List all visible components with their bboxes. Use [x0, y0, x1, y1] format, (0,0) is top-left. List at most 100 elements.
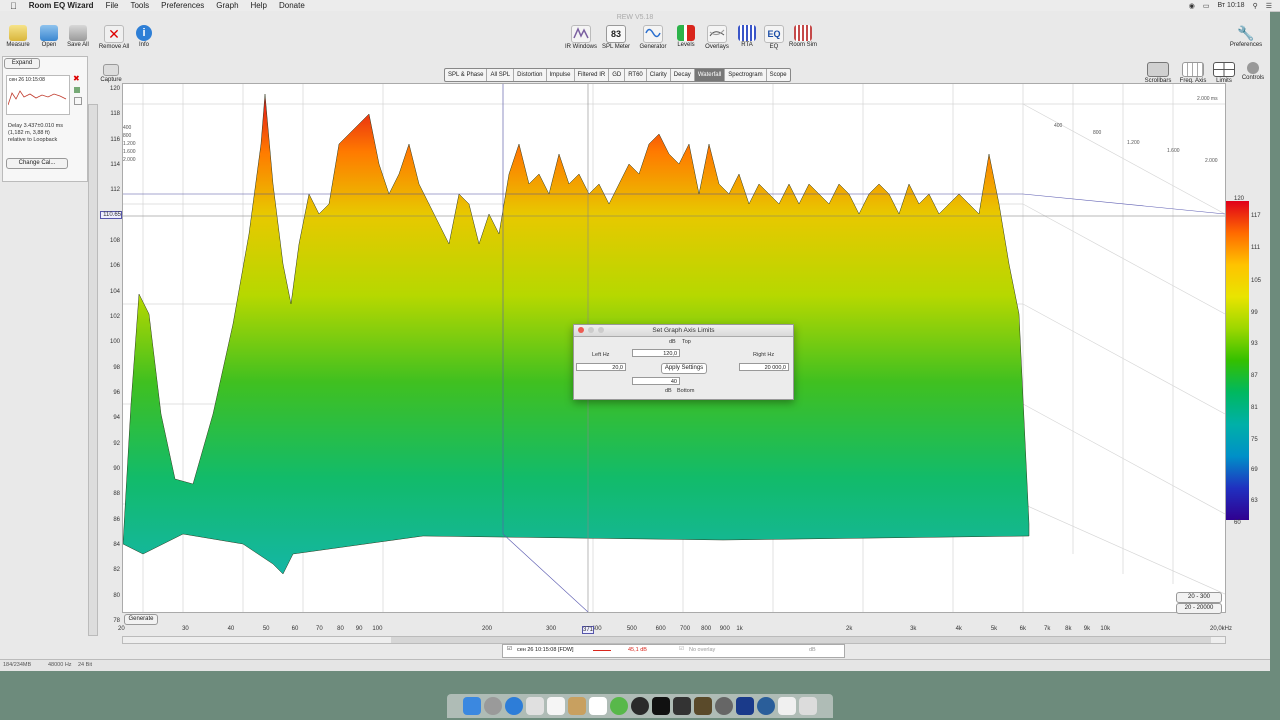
x-tick-label: 90	[355, 626, 363, 632]
left-time-label: 1.600	[123, 149, 136, 155]
save-all-label: Save All	[67, 42, 89, 48]
menu-clock[interactable]: Вт 10:18	[1217, 2, 1244, 9]
range-20-20000-button[interactable]: 20 - 20000	[1176, 603, 1222, 614]
y-tick-label: 94	[113, 415, 120, 422]
document-icon[interactable]	[778, 697, 796, 715]
tab-spectrogram[interactable]: Spectrogram	[725, 69, 767, 81]
legend-checkbox-icon[interactable]: ☑	[507, 646, 512, 652]
photo-app-icon[interactable]	[673, 697, 691, 715]
bottom-label: Bottom	[677, 388, 695, 394]
notes-icon[interactable]	[568, 697, 586, 715]
tab-decay[interactable]: Decay	[671, 69, 695, 81]
menu-tools[interactable]: Tools	[124, 1, 155, 10]
menu-file[interactable]: File	[100, 1, 125, 10]
left-time-label: 1.200	[123, 141, 136, 147]
tab-distortion[interactable]: Distortion	[514, 69, 547, 81]
color-scale-tick: 120	[1234, 196, 1245, 202]
tab-all-spl[interactable]: All SPL	[487, 69, 515, 81]
trash-icon[interactable]	[799, 697, 817, 715]
y-tick-label: 98	[113, 364, 120, 371]
dialog-close-icon[interactable]	[578, 327, 584, 333]
x-tick-label: 300	[546, 626, 557, 632]
generate-button-visible[interactable]: Generate	[124, 614, 158, 625]
dialog-minimize-icon[interactable]	[588, 327, 594, 333]
color-scale-tick: 87	[1251, 373, 1258, 379]
menu-list-icon[interactable]: ☰	[1266, 2, 1272, 10]
horizontal-scrollbar[interactable]	[122, 636, 1226, 644]
status-memory: 184/234MB	[3, 662, 32, 668]
wifi-icon[interactable]: ◉	[1189, 2, 1195, 10]
tab-scope[interactable]: Scope	[767, 69, 790, 81]
scrollbar-thumb[interactable]	[391, 637, 1211, 643]
tab-gd[interactable]: GD	[609, 69, 626, 81]
finder-icon[interactable]	[463, 697, 481, 715]
tab-filtered-ir[interactable]: Filtered IR	[575, 69, 610, 81]
spl-meter-label: SPL Meter	[601, 44, 631, 50]
apply-settings-button[interactable]: Apply Settings	[661, 363, 707, 374]
left-hz-input[interactable]: 20,0	[576, 363, 626, 371]
controls-button[interactable]: Controls	[1230, 62, 1276, 81]
audio-app-icon[interactable]	[694, 697, 712, 715]
left-scrollbar[interactable]	[88, 104, 98, 636]
legend-level: 45,1 dB	[628, 647, 647, 653]
checkbox-icon[interactable]	[74, 97, 82, 105]
menu-graph[interactable]: Graph	[210, 1, 244, 10]
menu-donate[interactable]: Donate	[273, 1, 311, 10]
search-icon[interactable]: ⚲	[1253, 2, 1258, 10]
capture-button[interactable]: Capture	[88, 64, 134, 83]
color-scale-tick: 63	[1251, 498, 1258, 504]
y-tick-label: 120	[109, 86, 120, 92]
apple-icon[interactable]: 	[0, 1, 23, 11]
info-button[interactable]: i Info	[121, 25, 167, 48]
y-tick-label: 82	[113, 567, 120, 574]
top-value-input[interactable]: 120,0	[632, 349, 680, 357]
measurement-panel: Expand сен 26 10:15:08 ✖ Delay 3.437±0.0…	[2, 56, 88, 182]
controls-label: Controls	[1241, 75, 1265, 81]
range-20-300-button[interactable]: 20 - 300	[1176, 592, 1222, 603]
color-icon[interactable]	[74, 87, 80, 93]
room-sim-button[interactable]: Room Sim	[780, 25, 826, 48]
menu-app-name[interactable]: Room EQ Wizard	[23, 1, 100, 10]
menu-preferences[interactable]: Preferences	[155, 1, 210, 10]
dock	[447, 694, 833, 718]
rew-icon[interactable]	[736, 697, 754, 715]
change-cal-button[interactable]: Change Cal...	[6, 158, 68, 169]
safari-icon[interactable]	[505, 697, 523, 715]
launchpad-icon[interactable]	[484, 697, 502, 715]
x-tick-label: 4k	[955, 626, 962, 632]
y-tick-label: 114	[110, 162, 120, 168]
y-cursor-value: 110.65	[100, 211, 122, 219]
mail-icon[interactable]	[526, 697, 544, 715]
time-axis-label: 400	[1054, 123, 1063, 129]
bottom-value-input[interactable]: 40	[632, 377, 680, 385]
x-tick-label: 200	[482, 626, 493, 632]
close-measurement-icon[interactable]: ✖	[73, 74, 80, 83]
x-tick-label: 100	[372, 626, 383, 632]
tab-spl-phase[interactable]: SPL & Phase	[445, 69, 488, 81]
tab-waterfall[interactable]: Waterfall	[694, 69, 726, 81]
settings-icon[interactable]	[715, 697, 733, 715]
dialog-zoom-icon[interactable]	[598, 327, 604, 333]
tab-rt60[interactable]: RT60	[625, 69, 647, 81]
preferences-button[interactable]: 🔧 Preferences	[1223, 25, 1269, 48]
battery-icon[interactable]: ▭	[1203, 2, 1210, 10]
tab-clarity[interactable]: Clarity	[647, 69, 671, 81]
tab-impulse[interactable]: Impulse	[547, 69, 575, 81]
status-rate: 48000 Hz	[48, 662, 72, 668]
maps-icon[interactable]	[610, 697, 628, 715]
reminders-icon[interactable]	[589, 697, 607, 715]
x-tick-label: 800	[701, 626, 712, 632]
music-app-icon[interactable]	[631, 697, 649, 715]
calendar-icon[interactable]	[547, 697, 565, 715]
y-tick-label: 78	[113, 618, 120, 624]
menu-help[interactable]: Help	[245, 1, 273, 10]
quicktime-icon[interactable]	[757, 697, 775, 715]
x-tick-label: 20,0kHz	[1210, 626, 1233, 632]
overlay-checkbox-icon[interactable]: ☑	[679, 646, 684, 652]
expand-button[interactable]: Expand	[4, 58, 40, 69]
y-tick-label: 90	[113, 466, 120, 472]
x-tick-label: 8k	[1065, 626, 1072, 632]
v7-app-icon[interactable]	[652, 697, 670, 715]
measurement-thumbnail[interactable]: сен 26 10:15:08	[6, 75, 70, 115]
right-hz-input[interactable]: 20 000,0	[739, 363, 789, 371]
